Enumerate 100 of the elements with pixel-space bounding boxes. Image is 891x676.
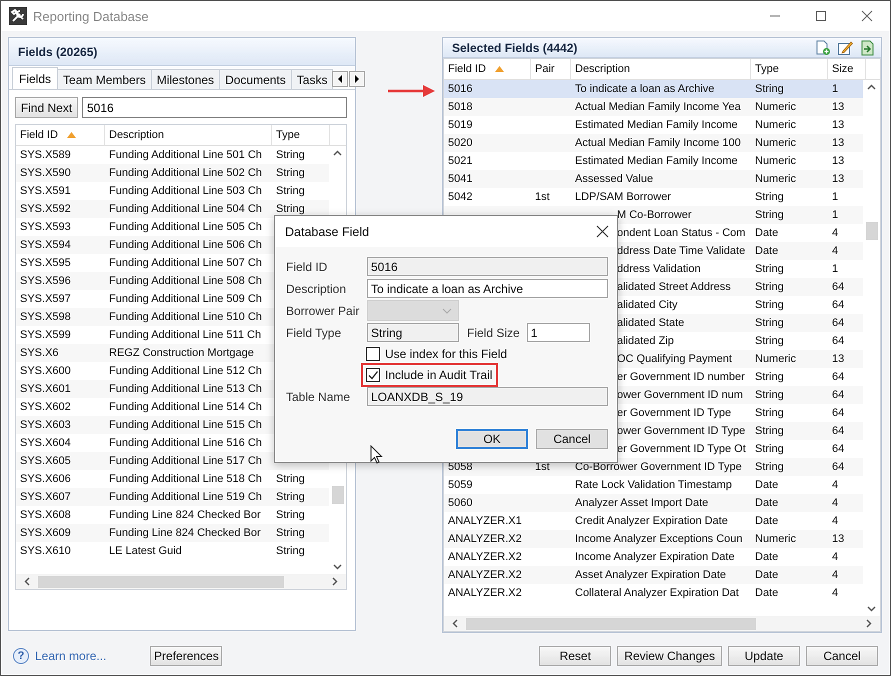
table-cell-text: String bbox=[275, 149, 306, 161]
table-cell: 1 bbox=[832, 263, 838, 275]
table-cell: 4 bbox=[832, 587, 838, 599]
table-cell: ddress Date Time Validate bbox=[617, 245, 746, 257]
table-cell: 4 bbox=[832, 551, 838, 563]
table-cell-text: Funding Additional Line 512 Ch bbox=[108, 365, 263, 377]
table-cell-text: REGZ Construction Mortgage bbox=[108, 347, 255, 359]
table-cell: 64 bbox=[832, 425, 844, 437]
table-cell-text: String bbox=[275, 203, 306, 215]
table-cell-text: SYS.X589 bbox=[19, 149, 72, 161]
table-cell: Date bbox=[755, 569, 778, 581]
table-cell: Income Analyzer Exceptions Coun bbox=[575, 533, 743, 545]
table-cell: 5020 bbox=[448, 137, 472, 149]
table-cell-text: SYS.X604 bbox=[19, 437, 72, 449]
table-cell: 64 bbox=[832, 317, 844, 329]
table-cell-text: SYS.X607 bbox=[19, 491, 72, 503]
table-cell: Actual Median Family Income Yea bbox=[575, 101, 741, 113]
table-cell: 1 bbox=[832, 83, 838, 95]
table-cell: 4 bbox=[832, 515, 838, 527]
table-cell-text: String bbox=[275, 185, 306, 197]
table-cell: String bbox=[755, 407, 784, 419]
table-cell: ower Government ID num bbox=[617, 389, 743, 401]
table-cell-text: Funding Additional Line 508 Ch bbox=[108, 275, 263, 287]
table-cell-text: SYS.X600 bbox=[19, 365, 72, 377]
table-cell: ondent Loan Status - Com bbox=[617, 227, 746, 239]
table-cell: Numeric bbox=[755, 173, 796, 185]
table-cell-text: String bbox=[275, 509, 306, 521]
table-cell: String bbox=[755, 371, 784, 383]
table-cell-text: Funding Additional Line 514 Ch bbox=[108, 401, 263, 413]
table-cell: String bbox=[755, 299, 784, 311]
table-cell: 4 bbox=[832, 245, 838, 257]
table-cell-text: SYS.X606 bbox=[19, 473, 72, 485]
table-cell: Actual Median Family Income 100 bbox=[575, 137, 741, 149]
table-cell: 64 bbox=[832, 371, 844, 383]
table-cell: Numeric bbox=[755, 101, 796, 113]
table-cell: M Co-Borrower bbox=[617, 209, 692, 221]
table-cell: 13 bbox=[832, 119, 844, 131]
table-cell-text: Funding Additional Line 502 Ch bbox=[108, 167, 263, 179]
table-cell-text: SYS.X592 bbox=[19, 203, 72, 215]
table-cell-text: SYS.X596 bbox=[19, 275, 72, 287]
table-cell: 13 bbox=[832, 137, 844, 149]
table-cell-text: Funding Additional Line 519 Ch bbox=[108, 491, 263, 503]
table-cell-text: Funding Additional Line 509 Ch bbox=[108, 293, 263, 305]
table-cell: Assessed Value bbox=[575, 173, 654, 185]
table-cell: 5060 bbox=[448, 497, 472, 509]
table-cell: Numeric bbox=[755, 533, 796, 545]
table-cell: 1 bbox=[832, 209, 838, 221]
table-cell: 5059 bbox=[448, 479, 472, 491]
table-cell-text: Funding Additional Line 507 Ch bbox=[108, 257, 263, 269]
table-cell-text: SYS.X603 bbox=[19, 419, 72, 431]
table-cell: 5042 bbox=[448, 191, 472, 203]
table-cell-text: Funding Additional Line 513 Ch bbox=[108, 383, 263, 395]
table-cell: To indicate a loan as Archive bbox=[575, 83, 714, 95]
table-cell: 1 bbox=[832, 191, 838, 203]
table-cell-text: LE Latest Guid bbox=[108, 545, 183, 557]
table-cell-text: SYS.X6 bbox=[19, 347, 60, 359]
table-cell: alidated State bbox=[617, 317, 684, 329]
table-cell: 64 bbox=[832, 443, 844, 455]
table-cell: ANALYZER.X2 bbox=[448, 551, 522, 563]
table-cell-text: SYS.X590 bbox=[19, 167, 72, 179]
table-cell: 13 bbox=[832, 173, 844, 185]
table-cell: LDP/SAM Borrower bbox=[575, 191, 671, 203]
table-cell: Numeric bbox=[755, 155, 796, 167]
table-cell: 13 bbox=[832, 533, 844, 545]
table-cell-text: Funding Additional Line 501 Ch bbox=[108, 149, 263, 161]
table-cell: String bbox=[755, 335, 784, 347]
table-cell: 4 bbox=[832, 479, 838, 491]
table-cell-text: SYS.X595 bbox=[19, 257, 72, 269]
table-cell-text: String bbox=[275, 545, 306, 557]
table-cell: Analyzer Asset Import Date bbox=[575, 497, 708, 509]
table-cell: String bbox=[755, 389, 784, 401]
field-label: Borrower Pair bbox=[286, 304, 360, 318]
table-cell-text: SYS.X593 bbox=[19, 221, 72, 233]
table-cell: 13 bbox=[832, 101, 844, 113]
table-cell-text: Funding Additional Line 517 Ch bbox=[108, 455, 263, 467]
table-cell-text: Funding Line 824 Checked Bor bbox=[108, 509, 262, 521]
table-cell: ANALYZER.X2 bbox=[448, 587, 522, 599]
table-cell-text: SYS.X601 bbox=[19, 383, 72, 395]
panel-title: Selected Fields (4442) bbox=[452, 40, 578, 54]
table-cell-text: Funding Additional Line 503 Ch bbox=[108, 185, 263, 197]
table-cell: Date bbox=[755, 245, 778, 257]
table-cell: Date bbox=[755, 497, 778, 509]
table-cell: Asset Analyzer Expiration Date bbox=[575, 569, 726, 581]
table-cell: alidated Zip bbox=[617, 335, 674, 347]
table-cell-text: SYS.X597 bbox=[19, 293, 72, 305]
table-cell: ddress Validation bbox=[617, 263, 701, 275]
table-cell: Numeric bbox=[755, 353, 796, 365]
table-cell-text: SYS.X609 bbox=[19, 527, 72, 539]
table-cell: Date bbox=[755, 515, 778, 527]
table-cell: 5041 bbox=[448, 173, 472, 185]
table-cell: String bbox=[755, 425, 784, 437]
table-cell-text: String bbox=[275, 491, 306, 503]
window-title: Reporting Database bbox=[33, 8, 149, 24]
field-label: Field ID bbox=[286, 260, 328, 274]
table-cell-text: SYS.X591 bbox=[19, 185, 72, 197]
table-cell: 64 bbox=[832, 299, 844, 311]
table-cell: String bbox=[755, 317, 784, 329]
table-cell: 1st bbox=[535, 461, 550, 473]
table-cell: Income Analyzer Expiration Date bbox=[575, 551, 735, 563]
field-label: Field Size bbox=[467, 326, 520, 340]
